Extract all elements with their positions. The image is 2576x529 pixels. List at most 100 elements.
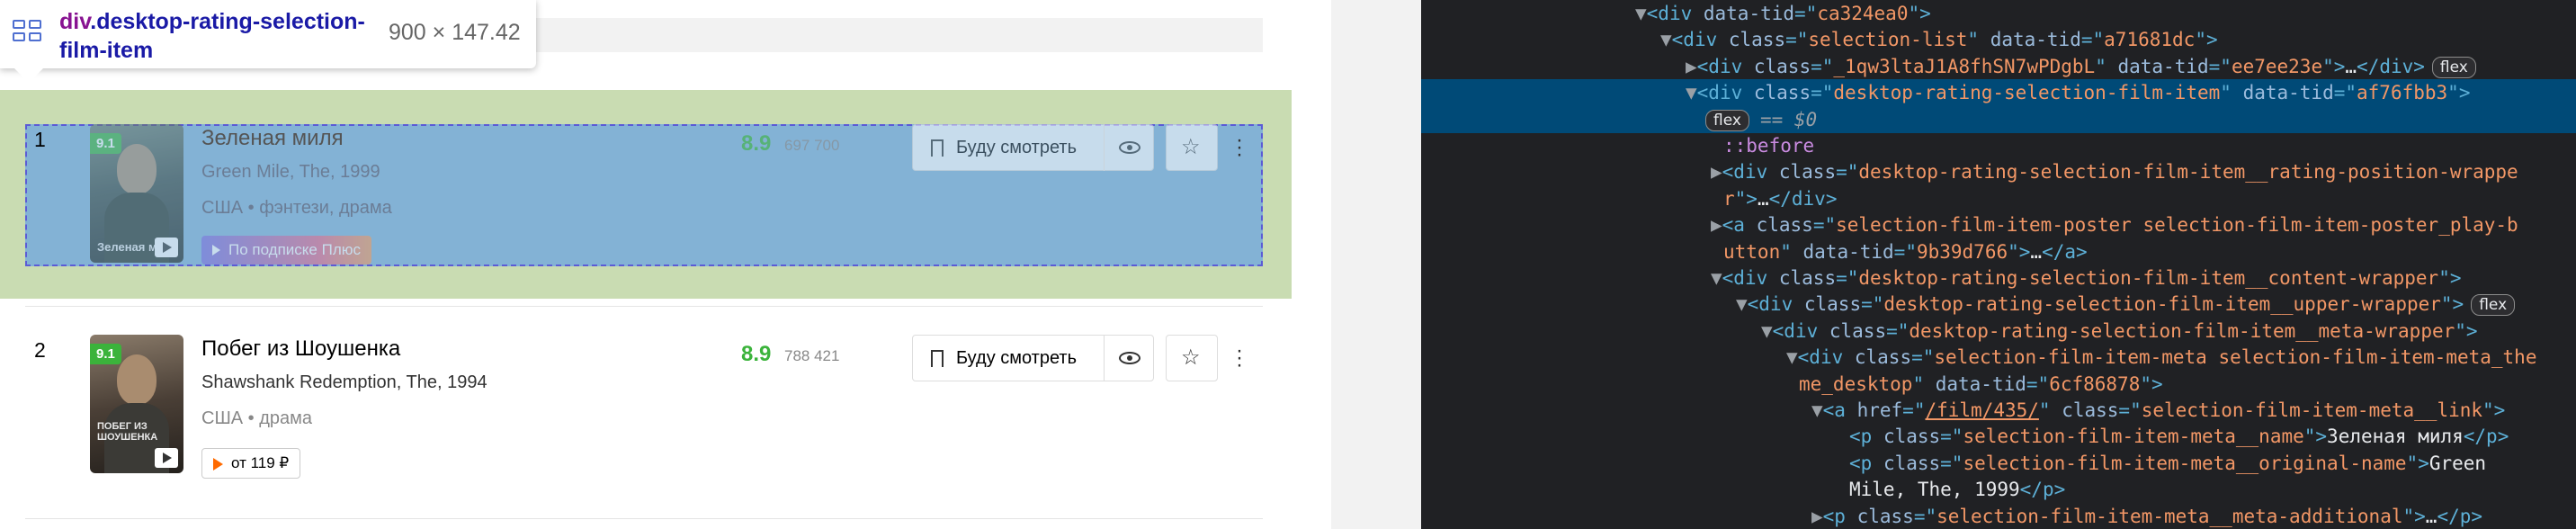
- devtools-elements-panel[interactable]: … ▼<div data-tid="ca324ea0">▼<div class=…: [1421, 0, 2576, 529]
- dom-token-tag: ">: [2140, 372, 2163, 395]
- dom-token-attr: class: [2062, 399, 2119, 421]
- dom-token-tag: <div: [1772, 319, 1829, 342]
- dom-token-attr: class: [1854, 346, 1912, 369]
- dom-token-attr: data-tid: [2242, 82, 2334, 104]
- screen: 1 9.1 Зеленая миля Зеленая миля Green Mi…: [0, 0, 2576, 529]
- rate-button[interactable]: ☆: [1166, 124, 1218, 171]
- dom-token-val: 9b39d766: [1916, 240, 2008, 263]
- expand-triangle-icon[interactable]: ▼: [1786, 346, 1798, 368]
- dom-token-attr: class: [1753, 55, 1811, 77]
- collapse-triangle-icon[interactable]: ▶: [1711, 214, 1722, 236]
- element-grid-icon: [13, 20, 41, 43]
- dom-token-val: af76fbb3: [2357, 82, 2448, 104]
- dom-token-tag: <a: [1822, 399, 1857, 421]
- dom-token-val: utton: [1723, 240, 1781, 263]
- dom-token-tag: =": [1940, 452, 1963, 474]
- star-icon: ☆: [1181, 345, 1201, 370]
- collapse-triangle-icon[interactable]: ▶: [1711, 161, 1722, 183]
- play-icon[interactable]: [155, 448, 178, 468]
- dom-token-tag: =": [2080, 29, 2105, 51]
- watchlist-label: Буду смотреть: [956, 138, 1078, 157]
- selected-node-marker: == $0: [1759, 108, 1818, 130]
- dom-token-val: selection-film-item-meta__meta-additiona…: [1936, 505, 2403, 527]
- dom-token-tag: <div: [1671, 29, 1729, 51]
- dom-token-val: desktop-rating-selection-film-item__uppe…: [1883, 293, 2441, 316]
- play-icon[interactable]: [155, 238, 178, 257]
- film-title[interactable]: Зеленая миля: [201, 126, 344, 151]
- more-button[interactable]: · · ·: [1227, 124, 1254, 171]
- dom-token-attr: data-tid: [2117, 55, 2209, 77]
- row-divider: [25, 306, 1263, 307]
- tooltip-tag: div: [59, 9, 91, 34]
- expand-triangle-icon[interactable]: ▼: [1686, 82, 1697, 103]
- tooltip-size: 900 × 147.42: [389, 20, 521, 45]
- dom-token-tag: <div: [1696, 82, 1754, 104]
- page-viewport: 1 9.1 Зеленая миля Зеленая миля Green Mi…: [0, 0, 1331, 529]
- dom-token-tag: ">: [2402, 505, 2426, 527]
- dom-token-tag: <p: [1849, 426, 1883, 448]
- dom-token-val: me_desktop: [1799, 372, 1913, 395]
- buy-button[interactable]: от 119 ₽: [201, 448, 301, 479]
- film-item[interactable]: 2 9.1 ПОБЕГ ИЗ ШОУШЕНКА Побег из Шоушенк…: [25, 335, 1263, 479]
- watched-button[interactable]: [1104, 335, 1154, 381]
- expand-triangle-icon[interactable]: ▼: [1635, 3, 1647, 24]
- dom-token-tag: ": [2038, 399, 2062, 421]
- rating-badge: 9.1: [90, 344, 121, 364]
- expand-triangle-icon[interactable]: ▼: [1811, 399, 1823, 421]
- dom-token-val: selection-film-item-meta selection-film-…: [1934, 346, 2537, 369]
- expand-triangle-icon[interactable]: ▼: [1660, 29, 1672, 50]
- film-meta: США • фэнтези, драма: [201, 198, 392, 218]
- flex-badge[interactable]: flex: [1705, 109, 1749, 131]
- film-original-name: Shawshank Redemption, The, 1994: [201, 372, 487, 392]
- dom-token-tag: </p>: [2463, 426, 2509, 448]
- film-item[interactable]: 1 9.1 Зеленая миля Зеленая миля Green Mi…: [25, 124, 1263, 266]
- dom-token-tag: =": [1785, 29, 1809, 51]
- dom-token-val: selection-film-item-meta__name: [1963, 426, 2304, 448]
- dom-token-tag: =": [1940, 426, 1963, 448]
- film-poster[interactable]: 9.1 Зеленая миля: [90, 124, 183, 263]
- rate-button[interactable]: ☆: [1166, 335, 1218, 381]
- dom-token-txt: …: [2030, 240, 2043, 263]
- dom-tree-node[interactable]: ▼<div class="desktop-rating-selection-fi…: [1421, 79, 2576, 107]
- dom-token-tag: <div: [1747, 293, 1804, 316]
- dom-token-tag: ">: [2440, 293, 2464, 316]
- dom-token-tag: =": [2333, 82, 2357, 104]
- subscription-button[interactable]: По подписке Плюс: [201, 236, 371, 264]
- film-score: 8.9: [741, 131, 772, 156]
- dom-token-attr: class: [1829, 319, 1887, 342]
- watchlist-button[interactable]: Буду смотреть: [912, 124, 1105, 171]
- poster-title: ПОБЕГ ИЗ ШОУШЕНКА: [97, 421, 158, 443]
- expand-triangle-icon[interactable]: ▼: [1736, 293, 1748, 315]
- dom-token-val: ca324ea0: [1817, 3, 1909, 24]
- dom-token-pseudo: ::before: [1723, 135, 1815, 157]
- dom-token-tag: =": [1794, 3, 1818, 24]
- dom-token-val: selection-film-item-poster selection-fil…: [1836, 214, 2518, 237]
- flex-badge[interactable]: flex: [2471, 294, 2516, 317]
- dom-tree-node[interactable]: flex == $0: [1421, 105, 2576, 133]
- expand-triangle-icon[interactable]: ▼: [1711, 267, 1722, 289]
- film-poster[interactable]: 9.1 ПОБЕГ ИЗ ШОУШЕНКА: [90, 335, 183, 473]
- star-icon: ☆: [1181, 135, 1201, 159]
- watchlist-button[interactable]: Буду смотреть: [912, 335, 1105, 381]
- collapse-triangle-icon[interactable]: ▶: [1686, 56, 1697, 77]
- dom-token-tag: ">: [2008, 240, 2031, 263]
- dom-token-val: selection-film-item-meta__original-name: [1963, 452, 2407, 474]
- flex-badge[interactable]: flex: [2431, 56, 2476, 78]
- expand-triangle-icon[interactable]: ▼: [1761, 320, 1773, 342]
- watched-button[interactable]: [1104, 124, 1154, 171]
- dom-token-tag: =": [2118, 399, 2142, 421]
- film-votes: 697 700: [784, 137, 840, 154]
- collapse-triangle-icon[interactable]: ▶: [1811, 506, 1823, 527]
- dom-token-attr: class: [1728, 29, 1786, 51]
- dom-token-tag: ">: [2322, 55, 2346, 77]
- dom-token-tag: =": [1836, 267, 1859, 289]
- dom-token-val: desktop-rating-selection-film-item__meta…: [1909, 319, 2455, 342]
- rating-badge: 9.1: [90, 133, 121, 154]
- dom-token-txt: Green: [2428, 452, 2487, 474]
- row-divider: [25, 518, 1263, 519]
- film-title[interactable]: Побег из Шоушенка: [201, 336, 400, 362]
- more-button[interactable]: · · ·: [1227, 335, 1254, 381]
- dom-token-tag: =": [1911, 346, 1935, 369]
- dom-token-tag: ">: [2447, 82, 2471, 104]
- dom-token-tag: <p: [1849, 452, 1883, 474]
